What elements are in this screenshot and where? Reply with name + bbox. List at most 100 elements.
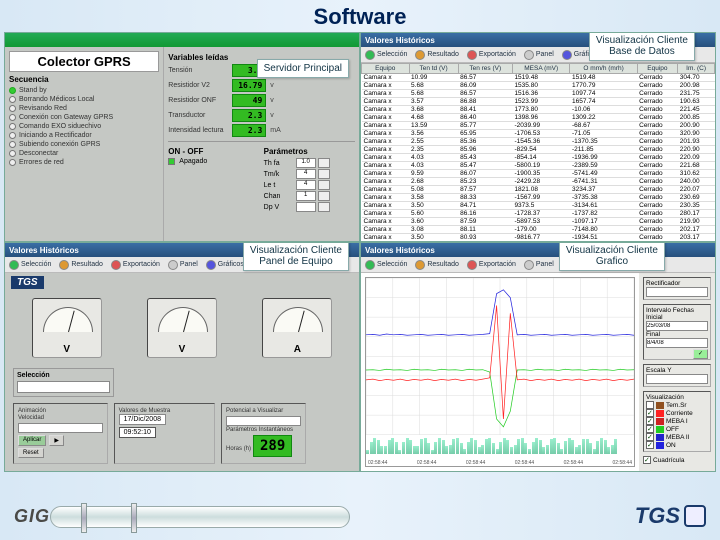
window-chart: Valores Históricos Visualización Cliente… (360, 242, 716, 472)
titlebar-gprs (5, 33, 359, 47)
table-row[interactable]: Camara x13.5985.77-2039.99-68.67Cerrado2… (362, 122, 715, 130)
table-row[interactable]: Camara x4.0385.43-854.14-1936.99Cerrado2… (362, 154, 715, 162)
seq-item: Subiendo conexión GPRS (9, 140, 159, 149)
chart-xtick: 02:58:44 (613, 460, 632, 466)
table-row[interactable]: Camara x3.6888.411773.80-10.06Cerrado221… (362, 106, 715, 114)
panel-horas-label: Horas (h) (226, 446, 251, 452)
btn-reset[interactable]: Reset (18, 448, 44, 458)
table-header: O mm/h (mrh) (570, 64, 637, 74)
toolbar-item-resultado[interactable]: Resultado (59, 260, 103, 270)
window-gprs: Servidor Principal Colector GPRS Secuenc… (4, 32, 360, 242)
table-row[interactable]: Camara x9.5986.07-1900.35-5741.49Cerrado… (362, 170, 715, 178)
toolbar-item-panel[interactable]: Panel (524, 50, 554, 60)
var-row: Transductor2.3v (168, 109, 355, 122)
legend-item[interactable]: OFF (646, 425, 708, 433)
chart-plot-area: 02:58:4402:58:4402:58:4402:58:4402:58:44… (365, 277, 635, 467)
table-row[interactable]: Camara x5.6886.091535.801770.79Cerrado20… (362, 82, 715, 90)
toolbar-icon (467, 50, 477, 60)
toolbar-icon (59, 260, 69, 270)
toolbar-item-panel[interactable]: Panel (168, 260, 198, 270)
toolbar-item-selección[interactable]: Selección (365, 260, 407, 270)
gauge: V (32, 298, 102, 358)
chart-escala-label: Escala Y (646, 367, 672, 374)
toolbar-icon (168, 260, 178, 270)
panel-param-inst: Parámetros Instantáneos (226, 427, 293, 433)
toolbar-item-resultado[interactable]: Resultado (415, 50, 459, 60)
table-row[interactable]: Camara x3.5888.33-1567.99-3735.38Cerrado… (362, 194, 715, 202)
chart-final-label: Final (646, 331, 660, 338)
toolbar-item-resultado[interactable]: Resultado (415, 260, 459, 270)
slide-title: Software (0, 0, 720, 30)
table-row[interactable]: Camara x5.0887.571821.083234.37Cerrado22… (362, 186, 715, 194)
seq-item: Borrando Médicos Local (9, 95, 159, 104)
table-row[interactable]: Camara x5.6886.571516.361097.74Cerrado23… (362, 90, 715, 98)
table-row[interactable]: Camara x3.5080.93-9816.77-1934.51Cerrado… (362, 234, 715, 242)
chart-inicial-input[interactable] (646, 321, 708, 331)
panel-animacion: Animación (18, 408, 46, 414)
param-row: Chan1 (264, 191, 355, 201)
btn-aplicar[interactable]: Aplicar (18, 435, 46, 446)
btn-play[interactable]: ▶ (49, 435, 64, 446)
toolbar-icon (9, 260, 19, 270)
toolbar-icon (467, 260, 477, 270)
table-row[interactable]: Camara x2.5585.36-1545.36-1370.35Cerrado… (362, 138, 715, 146)
chart-window-title: Valores Históricos (365, 246, 435, 255)
seq-item: Conexión con Gateway GPRS (9, 113, 159, 122)
table-row[interactable]: Camara x4.6886.401398.961309.22Cerrado20… (362, 114, 715, 122)
legend-item[interactable]: MEBA I (646, 417, 708, 425)
param-row: Tm/k4 (264, 169, 355, 179)
param-row: Th fa1.0 (264, 158, 355, 168)
toolbar-item-exportación[interactable]: Exportación (467, 260, 516, 270)
table-row[interactable]: Camara x3.5084.719373.5-3134.61Cerrado23… (362, 202, 715, 210)
chart-rect-select[interactable] (646, 287, 708, 297)
toolbar-icon (415, 260, 425, 270)
toolbar-item-selección[interactable]: Selección (365, 50, 407, 60)
toolbar-item-exportación[interactable]: Exportación (111, 260, 160, 270)
chart-xtick: 02:58:44 (417, 460, 436, 466)
callout-panel: Visualización ClientePanel de Equipo (243, 242, 349, 271)
table-row[interactable]: Camara x2.6885.23-2429.28-6741.31Cerrado… (362, 178, 715, 186)
table-row[interactable]: Camara x3.6087.59-5897.53-1097.17Cerrado… (362, 218, 715, 226)
legend-item[interactable]: Corriente (646, 409, 708, 417)
legend-item[interactable]: Tem.Sr (646, 401, 708, 409)
table-row[interactable]: Camara x3.0888.11-179.00-7148.80Cerrado2… (362, 226, 715, 234)
chart-cuadricula-check[interactable] (643, 456, 651, 464)
panel-seleccion-dropdown[interactable] (17, 381, 110, 393)
legend-item[interactable]: ON (646, 441, 708, 449)
chart-xtick: 02:58:44 (515, 460, 534, 466)
callout-servidor: Servidor Principal (257, 59, 349, 78)
table-row[interactable]: Camara x4.0385.47-5800.19-2389.59Cerrado… (362, 162, 715, 170)
chart-cuadricula-label: Cuadrícula (653, 457, 684, 464)
toolbar-icon (206, 260, 216, 270)
table-row[interactable]: Camara x5.6086.16-1728.37-1737.82Cerrado… (362, 210, 715, 218)
table-row[interactable]: Camara x3.5786.881523.991657.74Cerrado19… (362, 98, 715, 106)
legend-item[interactable]: MEBA II (646, 433, 708, 441)
panel-seleccion: Selección (17, 372, 110, 379)
table-row[interactable]: Camara x3.5665.95-1706.53-71.05Cerrado32… (362, 130, 715, 138)
panel-date: 17/Dic/2008 (119, 414, 166, 425)
toolbar-item-gráficos[interactable]: Gráficos (206, 260, 244, 270)
onoff-item: Apagado (179, 158, 207, 165)
seq-item: Errores de red (9, 158, 159, 167)
table-header: Equipo (637, 64, 678, 74)
panel-vel-dropdown[interactable] (18, 423, 103, 433)
panel-window-title: Valores Históricos (9, 246, 79, 255)
titlebar-text (9, 36, 11, 45)
var-row: Resistidor V216.79v (168, 79, 355, 92)
chart-final-input[interactable] (646, 338, 708, 348)
gauge: V (147, 298, 217, 358)
param-row: Le t4 (264, 180, 355, 190)
chart-apply-button[interactable]: ✓ (693, 349, 708, 359)
toolbar-icon (524, 260, 534, 270)
toolbar-item-exportación[interactable]: Exportación (467, 50, 516, 60)
panel-pot-dropdown[interactable] (226, 416, 301, 426)
seq-item: Revisando Red (9, 104, 159, 113)
tgs-logo-icon (684, 505, 706, 527)
table-header: Ten res (V) (458, 64, 512, 74)
toolbar-item-panel[interactable]: Panel (524, 260, 554, 270)
chart-escala-input[interactable] (646, 374, 708, 384)
table-header: Ten td (V) (409, 64, 458, 74)
toolbar-item-selección[interactable]: Selección (9, 260, 51, 270)
table-row[interactable]: Camara x2.3585.96-829.54-211.85Cerrado22… (362, 146, 715, 154)
table-row[interactable]: Camara x10.9986.571519.481519.48Cerrado3… (362, 74, 715, 82)
